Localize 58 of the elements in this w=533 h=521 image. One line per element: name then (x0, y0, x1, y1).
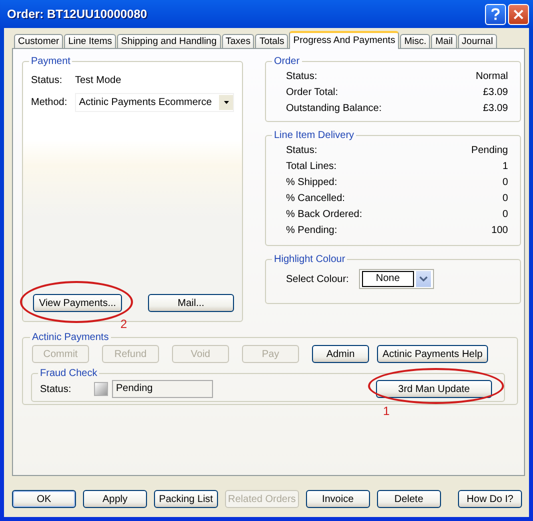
field-label: % Shipped: (286, 176, 338, 190)
group-title: Payment (30, 56, 72, 67)
field-value: 0 (502, 208, 508, 222)
group-title: Line Item Delivery (273, 130, 356, 141)
field-label: Select Colour: (286, 274, 349, 284)
button[interactable]: Apply (83, 490, 147, 508)
status-icon (94, 382, 108, 396)
method-dropdown[interactable]: Actinic Payments Ecommerce (75, 92, 234, 112)
field-value: 0 (502, 176, 508, 190)
annotation-number: 2 (120, 318, 127, 330)
field-value: £3.09 (482, 102, 508, 116)
field-label: % Back Ordered: (286, 208, 362, 222)
field-value: Normal (476, 70, 508, 84)
field-label: Method: (31, 96, 68, 108)
field-label: Status: (286, 144, 318, 158)
field-value: £3.09 (482, 86, 508, 100)
help-button[interactable]: How Do I? (458, 490, 522, 508)
tab[interactable]: Shipping and Handling (117, 34, 221, 48)
button[interactable]: View Payments... (33, 294, 122, 312)
button[interactable]: 3rd Man Update (376, 380, 492, 398)
close-icon[interactable] (508, 4, 529, 24)
button[interactable]: Invoice (306, 490, 370, 508)
field-label: Status: (40, 384, 72, 394)
group-title: Fraud Check (39, 368, 98, 379)
field-label: Outstanding Balance: (286, 102, 382, 116)
button[interactable]: Admin (312, 345, 369, 363)
window-title: Order: BT12UU10000080 (6, 7, 148, 21)
annotation-number: 1 (383, 405, 390, 417)
button[interactable]: Delete (376, 490, 441, 508)
field-label: Total Lines: (286, 160, 337, 174)
tab[interactable]: Line Items (64, 34, 116, 48)
field-label: % Pending: (286, 224, 338, 238)
help-icon[interactable] (485, 4, 506, 24)
tab[interactable]: Progress And Payments (289, 31, 400, 49)
tab[interactable]: Customer (14, 34, 64, 48)
field-value: 0 (502, 192, 508, 206)
field-label: % Cancelled: (286, 192, 345, 206)
tab[interactable]: Taxes (222, 34, 254, 48)
button[interactable]: Mail... (148, 294, 234, 312)
field-value: Pending (471, 144, 508, 158)
tab[interactable]: Journal (458, 34, 497, 48)
tab[interactable]: Misc. (400, 34, 430, 48)
field-label: Status: (31, 74, 64, 86)
button[interactable]: OK (12, 490, 76, 508)
field-value: Test Mode (75, 74, 122, 86)
group-title: Highlight Colour (273, 254, 346, 265)
button[interactable]: Actinic Payments Help (377, 345, 488, 363)
field-label: Order Total: (286, 86, 338, 100)
button[interactable]: Packing List (154, 490, 218, 508)
group-title: Order (273, 56, 301, 67)
field-value: 1 (502, 160, 508, 174)
field-value: 100 (491, 224, 508, 238)
tab[interactable]: Mail (431, 34, 457, 48)
field-label: Status: (286, 70, 318, 84)
status-field: Pending (112, 380, 213, 398)
tab[interactable]: Totals (255, 34, 288, 48)
colour-dropdown[interactable]: None (358, 269, 434, 289)
group-title: Actinic Payments (31, 332, 110, 343)
